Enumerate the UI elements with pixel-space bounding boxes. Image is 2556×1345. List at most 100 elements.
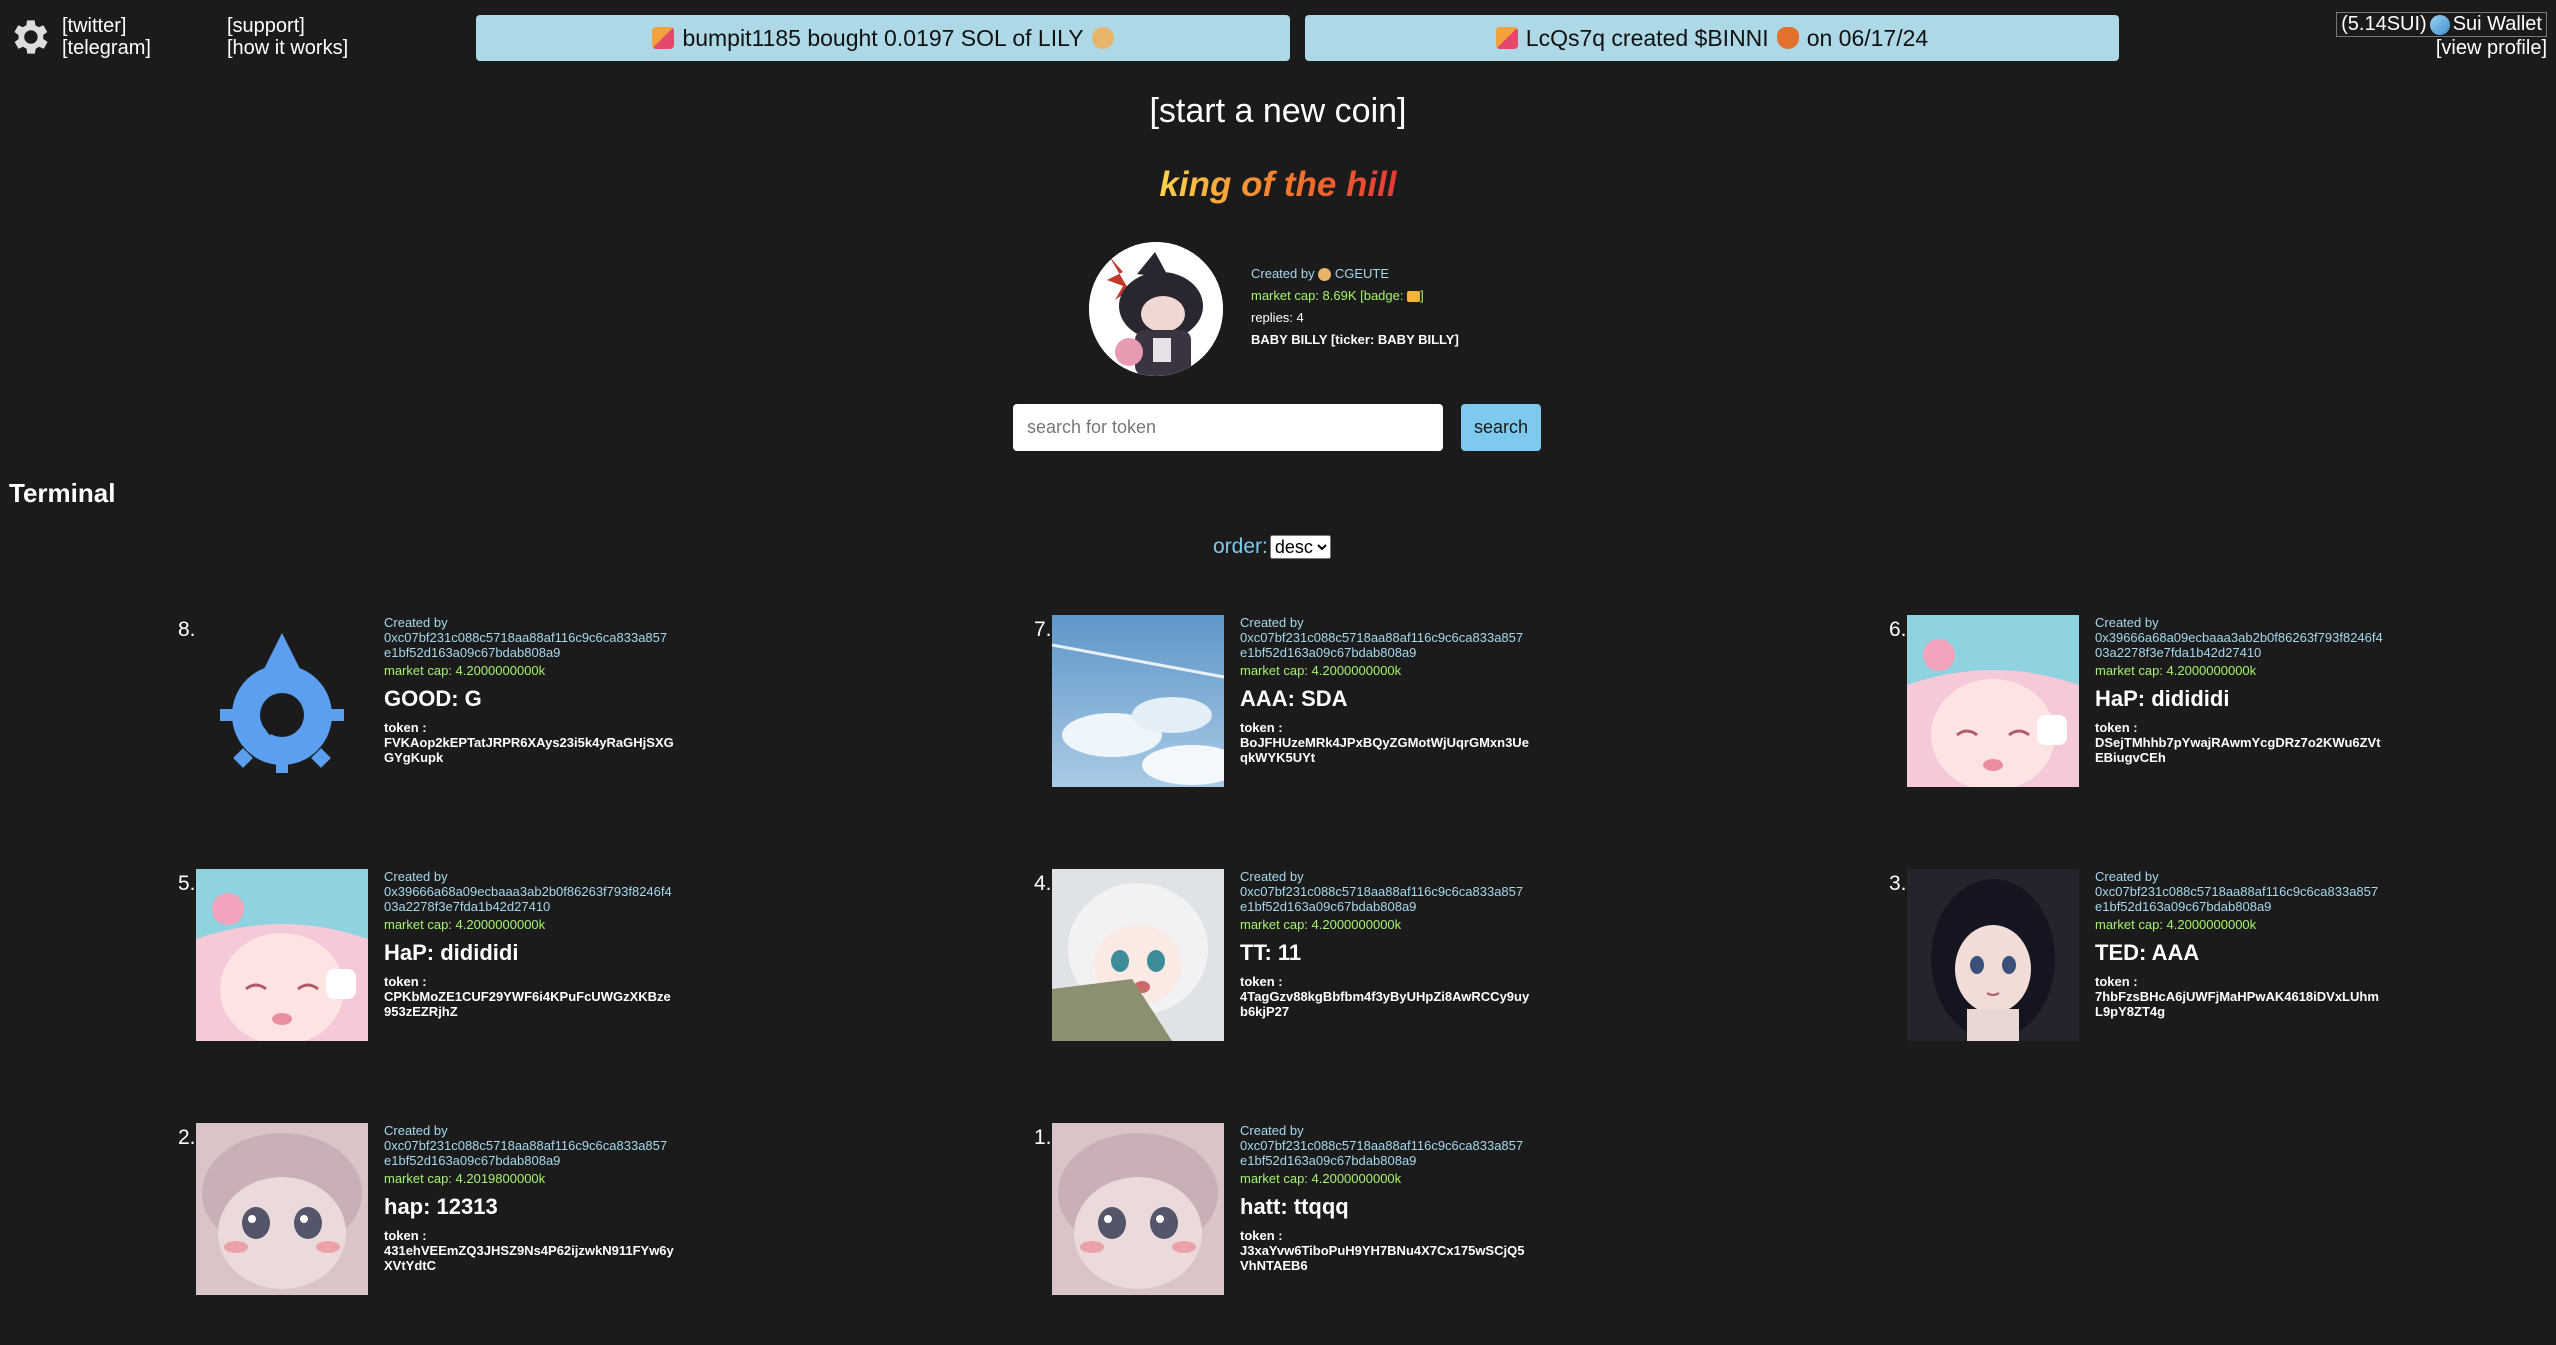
token-label: token : — [1240, 974, 1283, 989]
card-rank: 2. — [178, 1126, 196, 1149]
created-by-label: Created by — [1240, 1123, 1304, 1138]
token-address: BoJFHUzeMRk4JPxBQyZGMotWjUqrGMxn3UeqkWYK… — [1240, 735, 1529, 765]
token-image[interactable] — [196, 869, 368, 1041]
token-image[interactable] — [1052, 869, 1224, 1041]
search-input[interactable] — [1013, 404, 1443, 451]
support-link[interactable]: [support] — [227, 15, 348, 37]
market-cap: market cap: 4.2000000000k — [2095, 663, 2257, 678]
king-coin-image[interactable] — [1089, 242, 1223, 376]
created-by-label: Created by — [2095, 615, 2159, 630]
token-name-ticker: HaP: didididi — [384, 940, 519, 965]
token-name-ticker: HaP: didididi — [2095, 686, 2230, 711]
wallet-balance: (5.14SUI) — [2341, 13, 2427, 35]
gift-emoji-icon — [1495, 27, 1518, 49]
wallet-button[interactable]: (5.14SUI) Sui Wallet — [2336, 12, 2547, 37]
token-label: token : — [2095, 974, 2138, 989]
order-control: order: desc — [1213, 535, 1331, 559]
token-image[interactable] — [196, 1123, 368, 1295]
token-label: token : — [1240, 720, 1283, 735]
created-by-label: Created by — [2095, 869, 2159, 884]
ticker-create-date: on 06/17/24 — [1806, 24, 1929, 51]
token-image[interactable] — [196, 615, 368, 787]
token-meta: Created by 0xc07bf231c088c5718aa88af116c9… — [384, 615, 674, 765]
market-cap: market cap: 4.2000000000k — [1240, 663, 1402, 678]
token-card[interactable]: 7. Created by 0xc07bf231c088c5718aa88af116… — [1034, 615, 1554, 798]
created-by-label: Created by — [384, 869, 448, 884]
terminal-heading: Terminal — [9, 478, 116, 508]
token-address: 431ehVEEmZQ3JHSZ9Ns4P62ijzwkN911FYw6yXVt… — [384, 1243, 674, 1273]
token-card[interactable]: 3. Created by 0xc07bf231c088c5718aa88af116… — [1889, 869, 2409, 1052]
king-of-the-hill-title: king of the hill — [1159, 165, 1397, 204]
order-label: order: — [1213, 535, 1268, 558]
activity-ticker-buy[interactable]: bumpit1185 bought 0.0197 SOL of LILY — [476, 15, 1290, 61]
ticker-create-text: LcQs7q created $BINNI — [1525, 24, 1769, 51]
view-profile-link[interactable]: [view profile] — [2336, 37, 2547, 60]
market-cap: market cap: 4.2000000000k — [1240, 917, 1402, 932]
token-image[interactable] — [1907, 615, 2079, 787]
token-card[interactable]: 8. Created by 0xc07bf231c088c5718aa88af116… — [178, 615, 698, 798]
token-card[interactable]: 4. Created by 0xc07bf231c088c5718aa88af116… — [1034, 869, 1554, 1052]
market-cap: market cap: 4.2019800000k — [384, 1171, 546, 1186]
token-image[interactable] — [1907, 869, 2079, 1041]
card-rank: 1. — [1034, 1126, 1052, 1149]
token-name-ticker: hap: 12313 — [384, 1194, 498, 1219]
token-address: DSejTMhhb7pYwajRAwmYcgDRz7o2KWu6ZVtEBiug… — [2095, 735, 2381, 765]
settings-gear-icon[interactable] — [6, 14, 52, 60]
token-label: token : — [1240, 1228, 1283, 1243]
telegram-link[interactable]: [telegram] — [62, 37, 151, 59]
token-card[interactable]: 1. Created by 0xc07bf231c088c5718aa88af116… — [1034, 1123, 1554, 1306]
token-image[interactable] — [1052, 1123, 1224, 1295]
fox-emoji-icon — [1776, 27, 1799, 49]
token-card[interactable]: 5. Created by 0x39666a68a09ecbaaa3ab2b0f86… — [178, 869, 698, 1052]
how-it-works-link[interactable]: [how it works] — [227, 37, 348, 59]
created-by-label: Created by — [1240, 869, 1304, 884]
token-name-ticker: GOOD: G — [384, 686, 482, 711]
crown-badge-icon — [1407, 291, 1421, 303]
token-label: token : — [2095, 720, 2138, 735]
token-address: 4TagGzv88kgBbfbm4f3yByUHpZi8AwRCCy9uyb6k… — [1240, 989, 1530, 1019]
gift-emoji-icon — [652, 27, 675, 49]
creator-address[interactable]: 0xc07bf231c088c5718aa88af116c9c6ca833a85… — [1240, 630, 1530, 660]
market-cap: market cap: 4.2000000000k — [384, 917, 546, 932]
token-meta: Created by 0xc07bf231c088c5718aa88af116c9… — [2095, 869, 2385, 1019]
sui-wallet-icon — [2429, 14, 2450, 35]
dog-emoji-icon — [1091, 27, 1114, 49]
creator-address[interactable]: 0xc07bf231c088c5718aa88af116c9c6ca833a85… — [384, 630, 674, 660]
creator-address[interactable]: 0xc07bf231c088c5718aa88af116c9c6ca833a85… — [384, 1138, 674, 1168]
activity-ticker-create[interactable]: LcQs7q created $BINNI on 06/17/24 — [1305, 15, 2119, 61]
card-rank: 6. — [1889, 618, 1907, 641]
twitter-link[interactable]: [twitter] — [62, 15, 151, 37]
token-meta: Created by 0x39666a68a09ecbaaa3ab2b0f8626… — [2095, 615, 2385, 765]
card-rank: 8. — [178, 618, 196, 641]
token-name-ticker: hatt: ttqqq — [1240, 1194, 1349, 1219]
social-links: [twitter] [telegram] — [62, 15, 151, 59]
order-select[interactable]: desc — [1269, 535, 1331, 559]
token-meta: Created by 0x39666a68a09ecbaaa3ab2b0f8626… — [384, 869, 674, 1019]
token-label: token : — [384, 720, 427, 735]
king-creator[interactable]: CGEUTE — [1335, 266, 1389, 281]
token-image[interactable] — [1052, 615, 1224, 787]
token-address: FVKAop2kEPTatJRPR6XAys23i5k4yRaGHjSXGGYg… — [384, 735, 674, 765]
token-address: 7hbFzsBHcA6jUWFjMaHPwAK4618iDVxLUhmL9pY8… — [2095, 989, 2379, 1019]
start-new-coin-link[interactable]: [start a new coin] — [0, 92, 2556, 131]
creator-address[interactable]: 0x39666a68a09ecbaaa3ab2b0f86263f793f8246… — [2095, 630, 2385, 660]
king-info: Created by CGEUTE market cap: 8.69K [bad… — [1251, 263, 1459, 351]
card-rank: 3. — [1889, 872, 1907, 895]
market-cap: market cap: 4.2000000000k — [2095, 917, 2257, 932]
creator-address[interactable]: 0xc07bf231c088c5718aa88af116c9c6ca833a85… — [2095, 884, 2385, 914]
creator-address[interactable]: 0xc07bf231c088c5718aa88af116c9c6ca833a85… — [1240, 884, 1530, 914]
creator-address[interactable]: 0xc07bf231c088c5718aa88af116c9c6ca833a85… — [1240, 1138, 1530, 1168]
king-name-ticker: BABY BILLY [ticker: BABY BILLY] — [1251, 332, 1459, 347]
token-meta: Created by 0xc07bf231c088c5718aa88af116c9… — [384, 1123, 674, 1273]
token-name-ticker: TED: AAA — [2095, 940, 2200, 965]
created-by-label: Created by — [384, 615, 448, 630]
token-card[interactable]: 6. Created by 0x39666a68a09ecbaaa3ab2b0f86… — [1889, 615, 2409, 798]
token-name-ticker: AAA: SDA — [1240, 686, 1348, 711]
creator-address[interactable]: 0x39666a68a09ecbaaa3ab2b0f86263f793f8246… — [384, 884, 674, 914]
search-button[interactable]: search — [1461, 404, 1541, 451]
token-address: J3xaYvw6TiboPuH9YH7BNu4X7Cx175wSCjQ5VhNT… — [1240, 1243, 1525, 1273]
created-by-label: Created by — [1240, 615, 1304, 630]
token-name-ticker: TT: 11 — [1240, 940, 1302, 965]
card-rank: 5. — [178, 872, 196, 895]
token-card[interactable]: 2. Created by 0xc07bf231c088c5718aa88af116… — [178, 1123, 698, 1306]
